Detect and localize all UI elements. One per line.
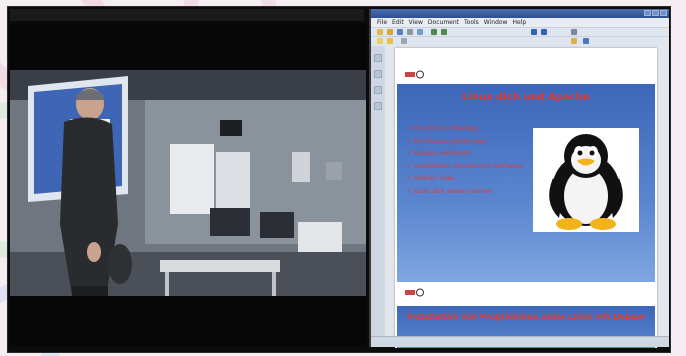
status-bar [371, 336, 669, 347]
email-icon[interactable] [417, 29, 423, 35]
link-icon[interactable] [583, 38, 589, 44]
bullet-item: Debian Suse [407, 174, 537, 183]
stamp-icon[interactable] [401, 38, 407, 44]
pages-icon[interactable] [374, 54, 382, 62]
highlight-icon[interactable] [377, 38, 383, 44]
redo-icon[interactable] [441, 29, 447, 35]
window-titlebar [371, 9, 669, 18]
slide-1-title: Linux dich und Apache [462, 92, 590, 103]
minimize-icon[interactable] [644, 10, 651, 16]
zoom-in-icon[interactable] [531, 29, 537, 35]
menu-tools[interactable]: Tools [464, 18, 479, 27]
bullet-item: Ein dich zu Einstieg [407, 124, 537, 133]
navigation-sidebar [371, 46, 386, 336]
tux-icon [549, 134, 623, 230]
header-logo [405, 70, 427, 79]
menu-help[interactable]: Help [512, 18, 526, 27]
menu-view[interactable]: View [409, 18, 423, 27]
footer-logo [405, 288, 427, 299]
comment-icon[interactable] [571, 38, 577, 44]
page-separator [395, 282, 657, 306]
new-icon[interactable] [377, 29, 383, 35]
attachments-icon[interactable] [374, 86, 382, 94]
bookmarks-icon[interactable] [374, 70, 382, 78]
close-icon[interactable] [660, 10, 667, 16]
bullet-item: Debian versionen [407, 149, 537, 158]
slide-1-bullets: Ein dich zu Einstieg Ein dich zu group s… [407, 124, 537, 199]
menu-window[interactable]: Window [484, 18, 508, 27]
open-icon[interactable] [387, 29, 393, 35]
maximize-icon[interactable] [652, 10, 659, 16]
menu-file[interactable]: File [377, 18, 387, 27]
video-title [10, 9, 364, 21]
video-frame [10, 70, 366, 346]
page-header [395, 48, 657, 84]
note-icon[interactable] [387, 38, 393, 44]
comments-icon[interactable] [374, 102, 382, 110]
save-icon[interactable] [397, 29, 403, 35]
select-icon[interactable] [571, 29, 577, 35]
bullet-item: Ein dich zu group spar [407, 137, 537, 146]
bullet-item: Dual dich anders Server [407, 187, 537, 196]
secondary-toolbar [371, 36, 669, 46]
print-icon[interactable] [407, 29, 413, 35]
undo-icon[interactable] [431, 29, 437, 35]
document-canvas[interactable]: Linux dich und Apache Ein dich zu Einsti… [385, 46, 669, 348]
video-player[interactable] [10, 24, 366, 346]
document-page: Linux dich und Apache Ein dich zu Einsti… [395, 48, 657, 348]
slide-2-title: Installation von Programmen unter Linux … [406, 312, 646, 321]
slide-1: Linux dich und Apache Ein dich zu Einsti… [397, 84, 655, 282]
menu-document[interactable]: Document [428, 18, 459, 27]
zoom-out-icon[interactable] [541, 29, 547, 35]
menu-bar: File Edit View Document Tools Window Hel… [371, 18, 669, 27]
menu-edit[interactable]: Edit [392, 18, 404, 27]
tux-penguin-image [533, 128, 639, 232]
bullet-item: Installation, Konzert lich Software [407, 162, 537, 171]
document-viewer-window: File Edit View Document Tools Window Hel… [369, 9, 669, 348]
